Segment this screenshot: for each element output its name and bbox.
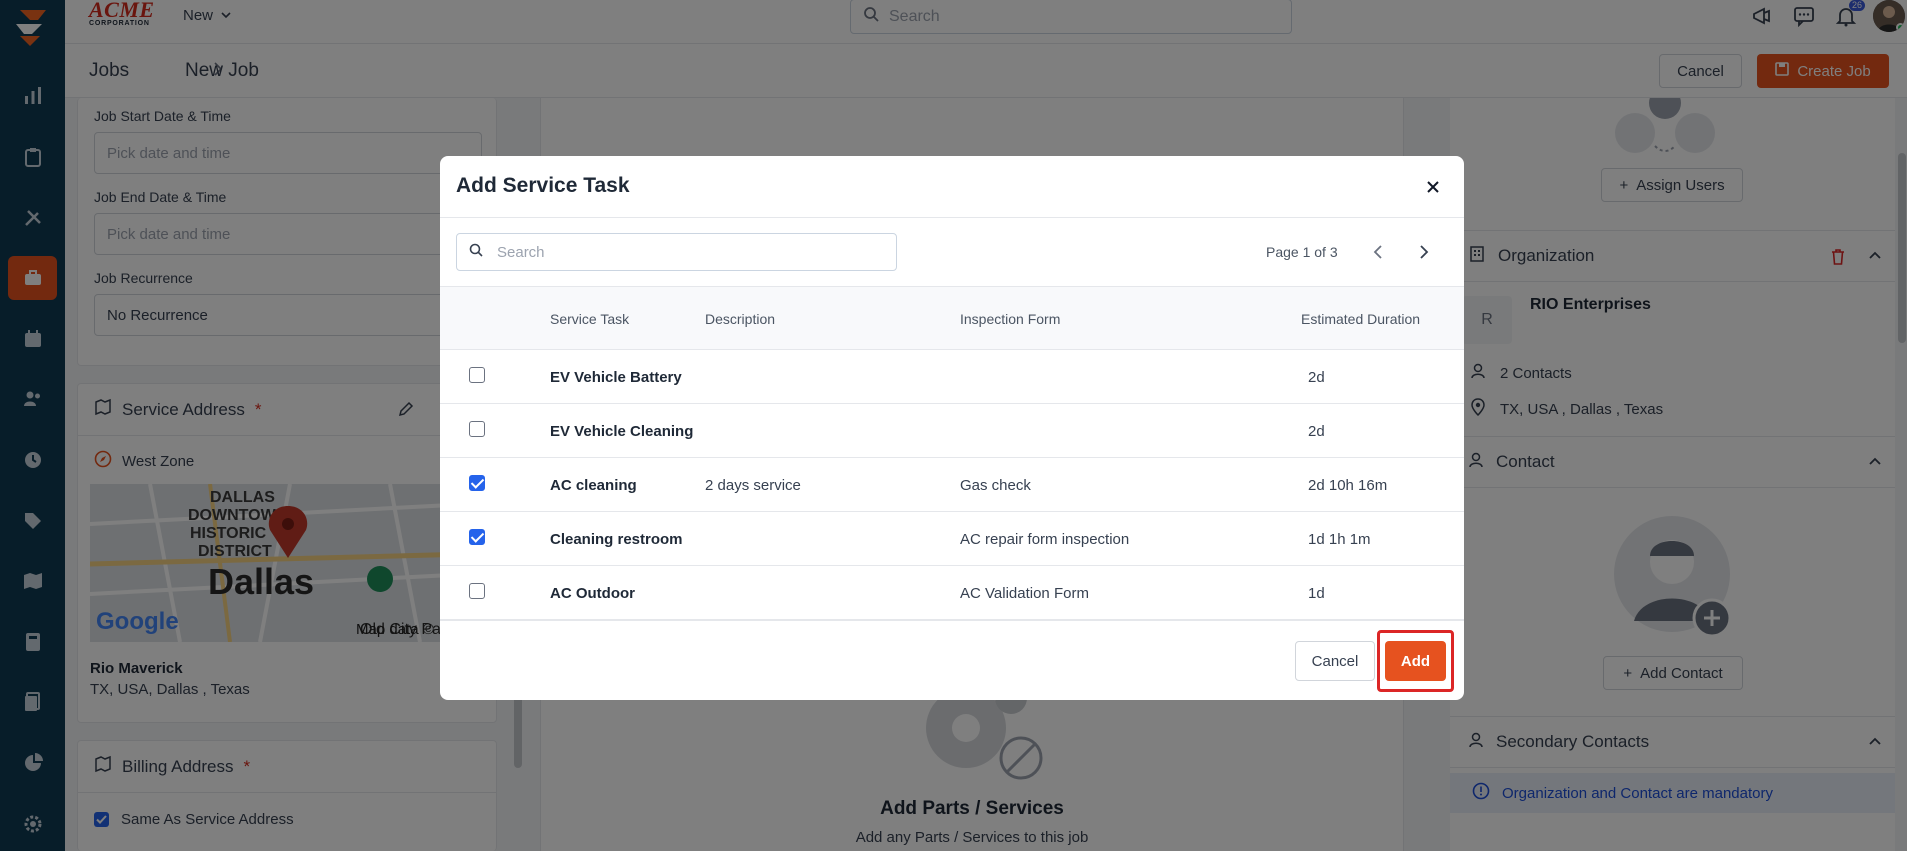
search-icon [469, 243, 483, 261]
task-name: AC cleaning [550, 477, 637, 494]
task-inspection-form: AC repair form inspection [960, 531, 1130, 548]
row-checkbox[interactable] [469, 421, 485, 437]
task-name: Cleaning restroom [550, 531, 683, 548]
column-estimated-duration: Estimated Duration [1301, 311, 1421, 327]
pagination-label: Page 1 of 3 [1266, 244, 1338, 260]
task-name: AC Outdoor [550, 585, 635, 602]
table-row[interactable]: EV Vehicle Battery 2d [440, 350, 1464, 404]
row-checkbox[interactable] [469, 529, 485, 545]
column-description: Description [705, 311, 776, 327]
table-row[interactable]: EV Vehicle Cleaning 2d [440, 404, 1464, 458]
task-duration: 2d 10h 16m [1308, 477, 1388, 494]
row-checkbox[interactable] [469, 475, 485, 491]
dialog-add-button[interactable]: Add [1385, 641, 1446, 681]
task-table-header: Service Task Description Inspection Form… [440, 286, 1464, 350]
task-name: EV Vehicle Battery [550, 369, 682, 386]
dialog-header: Add Service Task [440, 156, 1464, 218]
dialog-title: Add Service Task [456, 174, 630, 197]
row-checkbox[interactable] [469, 583, 485, 599]
task-duration: 2d [1308, 423, 1325, 440]
close-icon[interactable] [1422, 176, 1444, 198]
next-page-icon[interactable] [1413, 241, 1435, 263]
add-service-task-dialog: Add Service Task Search Page 1 of 3 Serv… [440, 156, 1464, 700]
task-inspection-form: Gas check [960, 477, 1031, 494]
column-service-task: Service Task [550, 311, 630, 327]
prev-page-icon[interactable] [1367, 241, 1389, 263]
task-inspection-form: AC Validation Form [960, 585, 1089, 602]
dialog-footer: Cancel Add [440, 620, 1464, 700]
column-inspection-form: Inspection Form [960, 311, 1061, 327]
dialog-cancel-button[interactable]: Cancel [1295, 641, 1375, 681]
task-name: EV Vehicle Cleaning [550, 423, 694, 440]
task-duration: 1d 1h 1m [1308, 531, 1371, 548]
task-search-input[interactable]: Search [456, 233, 897, 271]
table-row[interactable]: Cleaning restroom AC repair form inspecti… [440, 512, 1464, 566]
task-duration: 1d [1308, 585, 1325, 602]
table-row[interactable]: AC cleaning 2 days service Gas check 2d 10h… [440, 458, 1464, 512]
row-checkbox[interactable] [469, 367, 485, 383]
task-duration: 2d [1308, 369, 1325, 386]
task-description: 2 days service [705, 477, 801, 494]
table-row[interactable]: AC Outdoor AC Validation Form 1d [440, 566, 1464, 620]
